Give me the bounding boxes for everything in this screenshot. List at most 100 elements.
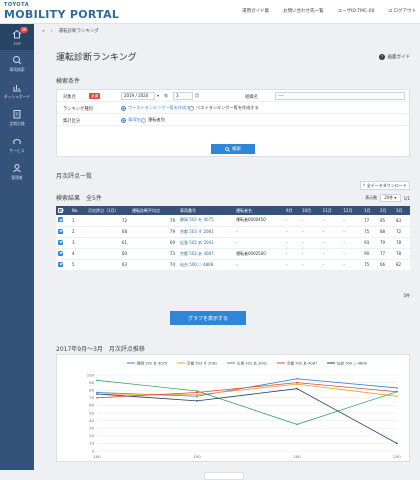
logout-link[interactable]: ⏻ ログアウト — [389, 8, 417, 14]
checkbox-icon[interactable] — [58, 239, 63, 245]
select-all-checkbox[interactable] — [56, 206, 70, 215]
data-point[interactable] — [396, 387, 398, 389]
per-page-select[interactable]: 20件 ▾ — [380, 194, 401, 202]
table-cell[interactable]: 静岡 502 を 4075 — [178, 215, 234, 227]
legend-entry[interactable]: 仙台 500 ○ 4808 — [337, 360, 367, 365]
data-point[interactable] — [296, 381, 298, 384]
col-vehicle-number[interactable]: 車両番号 — [178, 206, 234, 215]
month-select[interactable]: 3 — [173, 92, 193, 100]
radio-selected[interactable] — [121, 105, 126, 111]
checkbox-icon[interactable] — [58, 261, 63, 267]
year-unit: 年 — [164, 93, 168, 98]
table-cell: 1 — [70, 215, 86, 227]
table-cell[interactable]: 仙台 500 ○ 4808 — [178, 259, 234, 271]
table-cell: 4 — [70, 248, 86, 260]
data-point[interactable] — [96, 391, 98, 394]
data-point[interactable] — [96, 397, 98, 399]
download-all-label[interactable]: 全データダウンロード — [367, 183, 407, 189]
search-button-label[interactable]: 検索 — [232, 146, 241, 152]
data-point[interactable] — [96, 379, 98, 382]
table-row[interactable]: 5 63 74 仙台 500 ○ 4808- - - - -75 66 82 — [56, 259, 410, 271]
legend-entry[interactable]: 京都 502 あ 4087 — [287, 360, 317, 365]
search-button[interactable]: 検索 — [211, 144, 255, 154]
table-row[interactable]: 1 72 79 静岡 502 を 4075 運転者0000450- - - -77 95 83 — [56, 215, 410, 227]
screen-guide-link[interactable]: ? 画面ガイド — [378, 54, 411, 60]
per-page-value[interactable]: 20件 — [384, 195, 393, 200]
table-cell[interactable]: 広島 502 あ 2041 — [178, 237, 234, 249]
checkbox-icon[interactable] — [58, 217, 63, 223]
radio-unselected[interactable] — [189, 105, 194, 111]
legend-entry[interactable]: 静岡 502 を 4075 — [137, 360, 167, 365]
by-driver-radio[interactable]: 運転者別 — [141, 117, 165, 123]
checkbox-icon[interactable] — [58, 207, 63, 213]
inspection-icon — [13, 110, 21, 119]
top-links: 運用ガイド集 お問い合わせ先一覧 ユーザID:TMC-00 ⏻ ログアウト — [242, 8, 416, 14]
table-cell: 75 — [362, 259, 379, 271]
data-point[interactable] — [196, 390, 198, 392]
sidebar-item-dashboard[interactable]: ダッシュボード — [0, 78, 34, 104]
row-checkbox[interactable] — [56, 237, 70, 249]
checkbox-icon[interactable] — [58, 250, 63, 256]
data-point[interactable] — [396, 442, 398, 445]
download-all-button[interactable]: ⭳ 全データダウンロード — [360, 181, 410, 190]
y-tick-label: 20 — [89, 433, 94, 438]
sidebar-item-car-search[interactable]: 車両検索 — [0, 51, 34, 77]
org-select[interactable]: ---- — [275, 92, 405, 100]
x-tick-label: 250 — [393, 454, 401, 459]
data-point[interactable] — [396, 390, 398, 393]
legend-entry[interactable]: 京都 503 す 2081 — [187, 360, 217, 365]
y-tick-label: 80 — [89, 388, 94, 393]
worst-ranking-radio[interactable]: ワーストランキング一覧を作成する — [121, 105, 195, 111]
screen-guide-label[interactable]: 画面ガイド — [388, 54, 411, 60]
col-feb: 2月 — [378, 206, 394, 215]
table-cell[interactable]: 京都 503 す 2081 — [178, 226, 234, 238]
table-row[interactable]: 4 60 73 京都 502 あ 4087 運転者0002500- - - -90 77 78 — [56, 248, 410, 260]
row-checkbox[interactable] — [56, 259, 70, 271]
sidebar-item-service[interactable]: サービス — [0, 132, 34, 158]
row-checkbox[interactable] — [56, 215, 70, 227]
brand-logo[interactable]: MOBILITY PORTAL — [4, 8, 119, 21]
breadcrumb-home[interactable]: « — [42, 29, 45, 34]
col-sep: 9月 — [284, 206, 300, 215]
best-ranking-label: ベストランキング一覧を作成する — [196, 105, 259, 110]
sidebar-label: 管理者 — [11, 175, 23, 180]
row-checkbox[interactable] — [56, 248, 70, 260]
radio-unselected[interactable] — [141, 117, 146, 123]
data-point[interactable] — [296, 383, 298, 385]
best-ranking-radio[interactable]: ベストランキング一覧を作成する — [189, 105, 259, 111]
show-graph-button[interactable]: グラフを表示する — [170, 311, 246, 325]
sidebar-item-top[interactable]: 36 TOP — [0, 24, 34, 50]
contact-link[interactable]: お問い合わせ先一覧 — [283, 8, 324, 14]
sidebar-item-admin[interactable]: 管理者 — [0, 159, 34, 185]
col-average-score[interactable]: 運転診断平均点 — [130, 206, 178, 215]
table-cell: - — [299, 248, 321, 260]
data-point[interactable] — [196, 391, 198, 394]
data-point[interactable] — [196, 400, 198, 402]
col-driver-name[interactable]: 運転者名 — [234, 206, 284, 215]
logout-label[interactable]: ログアウト — [394, 9, 417, 14]
data-point[interactable] — [296, 387, 298, 390]
table-cell: - — [341, 259, 363, 271]
legend-entry[interactable]: 広島 502 あ 2041 — [237, 360, 267, 365]
col-monthly-score[interactable]: 月次評点（1月） — [86, 206, 130, 215]
data-point[interactable] — [296, 378, 298, 380]
table-row[interactable]: 3 61 69 広島 502 あ 2041- - - - -93 79 78 — [56, 237, 410, 249]
table-row[interactable]: 2 68 79 京都 503 す 2081- - - - -75 88 72 — [56, 226, 410, 238]
data-point[interactable] — [296, 423, 298, 426]
table-cell: 5 — [70, 259, 86, 271]
radio-selected[interactable] — [121, 117, 126, 123]
table-cell[interactable]: 京都 502 あ 4087 — [178, 248, 234, 260]
by-vehicle-radio[interactable]: 車両別 — [121, 117, 141, 123]
data-point[interactable] — [196, 393, 198, 396]
data-point[interactable] — [196, 395, 198, 398]
table-cell: 72 — [393, 226, 410, 238]
table-cell: 90 — [362, 248, 379, 260]
data-point[interactable] — [396, 395, 398, 398]
guide-link[interactable]: 運用ガイド集 — [242, 8, 269, 14]
row-checkbox[interactable] — [56, 226, 70, 238]
data-point[interactable] — [96, 393, 98, 395]
back-to-top-button[interactable] — [204, 472, 244, 480]
year-select[interactable]: 2019 / 2020 — [121, 92, 155, 100]
sidebar-item-inspection[interactable]: 定期点検 — [0, 105, 34, 131]
checkbox-icon[interactable] — [58, 228, 63, 234]
